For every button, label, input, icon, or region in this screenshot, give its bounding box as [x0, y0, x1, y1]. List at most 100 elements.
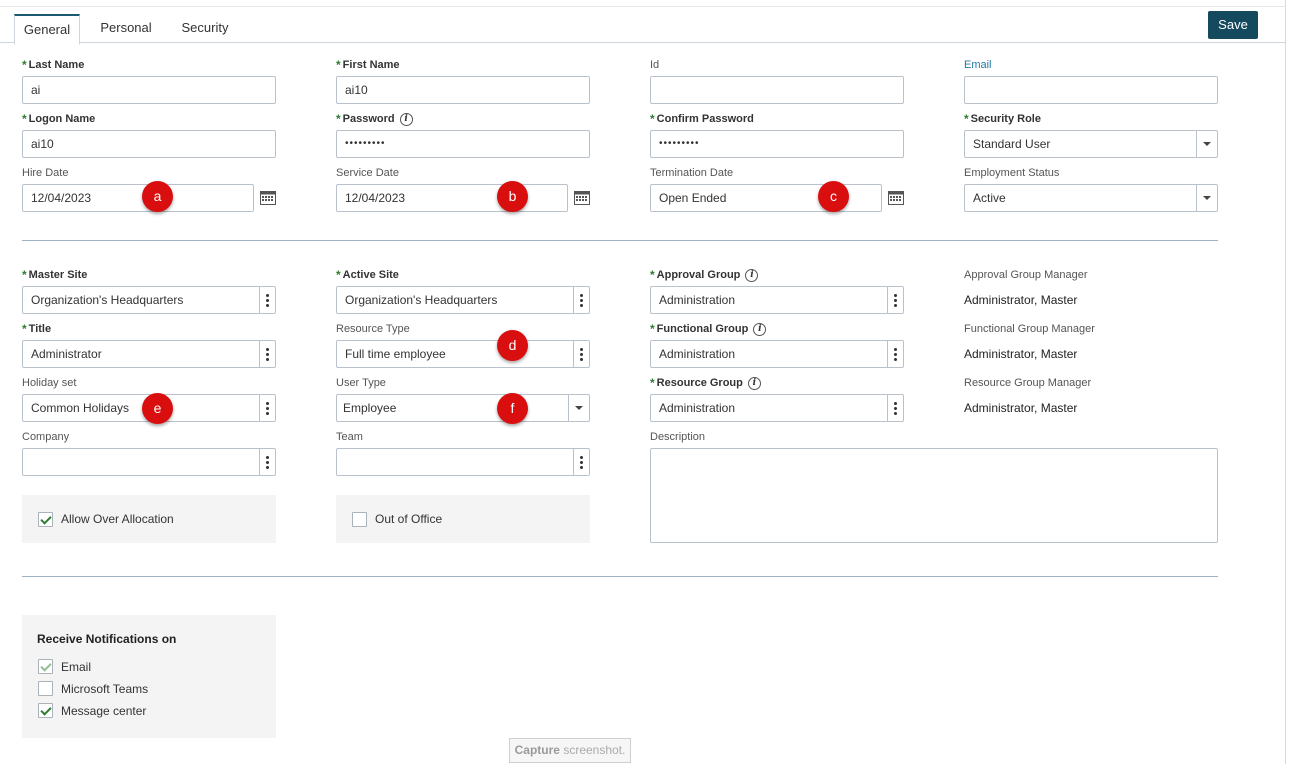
more-options-icon[interactable] [887, 395, 903, 421]
chevron-down-icon[interactable] [568, 395, 589, 421]
email-label[interactable]: Email [964, 58, 992, 72]
tab-bar: General Personal Security [0, 6, 1286, 45]
master-site-picker[interactable]: Organization's Headquarters [22, 286, 276, 314]
more-options-icon[interactable] [887, 341, 903, 367]
more-options-icon[interactable] [259, 341, 275, 367]
resource-type-picker[interactable]: Full time employee [336, 340, 590, 368]
tab-general[interactable]: General [14, 14, 80, 45]
confirm-password-label: * Confirm Password [650, 112, 754, 126]
title-label: * Title [22, 322, 52, 336]
user-form-window: General Personal Security Save * Last Nam… [0, 0, 1286, 764]
save-button[interactable]: Save [1208, 11, 1258, 39]
notifications-title: Receive Notifications on [37, 632, 177, 646]
logon-name-input[interactable]: ai10 [22, 130, 276, 158]
tab-security[interactable]: Security [172, 14, 238, 44]
approval-group-manager-value: Administrator, Master [964, 293, 1078, 307]
capture-screenshot-button[interactable]: Capture screenshot. [509, 738, 631, 763]
notify-email-label[interactable]: Email [61, 660, 91, 674]
functional-group-picker[interactable]: Administration [650, 340, 904, 368]
security-role-label: * Security Role [964, 112, 1041, 126]
password-label: * Password i [336, 112, 413, 126]
notify-teams-label[interactable]: Microsoft Teams [61, 682, 148, 696]
notifications-panel: Receive Notifications on Email Microsoft… [22, 615, 276, 738]
description-label: Description [650, 431, 706, 443]
info-icon[interactable]: i [399, 112, 413, 126]
id-label: Id [650, 59, 660, 71]
user-type-select[interactable]: Employee [336, 394, 590, 422]
security-role-select[interactable]: Standard User [964, 130, 1218, 158]
approval-group-picker[interactable]: Administration [650, 286, 904, 314]
info-icon[interactable]: i [745, 268, 759, 282]
more-options-icon[interactable] [259, 287, 275, 313]
password-input[interactable]: ••••••••• [336, 130, 590, 158]
functional-group-manager-value: Administrator, Master [964, 347, 1078, 361]
service-date-input[interactable]: 12/04/2023 [336, 184, 568, 212]
first-name-label: * First Name [336, 58, 400, 72]
more-options-icon[interactable] [573, 449, 589, 475]
tab-personal[interactable]: Personal [90, 14, 162, 44]
more-options-icon[interactable] [573, 287, 589, 313]
hire-date-input[interactable]: 12/04/2023 [22, 184, 254, 212]
active-site-picker[interactable]: Organization's Headquarters [336, 286, 590, 314]
calendar-icon[interactable] [888, 190, 904, 205]
chevron-down-icon[interactable] [1196, 185, 1217, 211]
more-options-icon[interactable] [259, 449, 275, 475]
resource-group-manager-value: Administrator, Master [964, 401, 1078, 415]
user-type-label: User Type [336, 377, 386, 389]
out-of-office-panel: Out of Office [336, 495, 590, 543]
id-input[interactable] [650, 76, 904, 104]
employment-status-select[interactable]: Active [964, 184, 1218, 212]
notify-message-center-checkbox[interactable] [38, 703, 53, 718]
employment-status-label: Employment Status [964, 167, 1060, 179]
more-options-icon[interactable] [573, 341, 589, 367]
section-divider [22, 240, 1218, 241]
active-site-label: * Active Site [336, 268, 399, 282]
annotation-marker-c: c [818, 181, 849, 212]
more-options-icon[interactable] [887, 287, 903, 313]
last-name-input[interactable]: ai [22, 76, 276, 104]
first-name-input[interactable]: ai10 [336, 76, 590, 104]
annotation-marker-b: b [497, 181, 528, 212]
team-picker[interactable] [336, 448, 590, 476]
allow-over-allocation-checkbox[interactable] [38, 512, 53, 527]
info-icon[interactable]: i [753, 322, 767, 336]
last-name-label: * Last Name [22, 58, 85, 72]
annotation-marker-a: a [142, 181, 173, 212]
annotation-marker-d: d [497, 330, 528, 361]
out-of-office-label[interactable]: Out of Office [375, 512, 442, 526]
calendar-icon[interactable] [574, 190, 590, 205]
notify-teams-checkbox[interactable] [38, 681, 53, 696]
chevron-down-icon[interactable] [1196, 131, 1217, 157]
resource-group-manager-label: Resource Group Manager [964, 377, 1092, 389]
confirm-password-input[interactable]: ••••••••• [650, 130, 904, 158]
hire-date-label: Hire Date [22, 167, 69, 179]
email-input[interactable] [964, 76, 1218, 104]
calendar-icon[interactable] [260, 190, 276, 205]
annotation-marker-e: e [142, 393, 173, 424]
allow-over-allocation-panel: Allow Over Allocation [22, 495, 276, 543]
service-date-label: Service Date [336, 167, 399, 179]
resource-type-label: Resource Type [336, 323, 410, 335]
logon-name-label: * Logon Name [22, 112, 96, 126]
approval-group-label: * Approval Group i [650, 268, 759, 282]
description-textarea[interactable] [650, 448, 1218, 543]
team-label: Team [336, 431, 363, 443]
info-icon[interactable]: i [747, 376, 761, 390]
functional-group-label: * Functional Group i [650, 322, 767, 336]
title-picker[interactable]: Administrator [22, 340, 276, 368]
approval-group-manager-label: Approval Group Manager [964, 269, 1088, 281]
company-picker[interactable] [22, 448, 276, 476]
termination-date-label: Termination Date [650, 167, 734, 179]
notify-message-center-label[interactable]: Message center [61, 704, 146, 718]
more-options-icon[interactable] [259, 395, 275, 421]
master-site-label: * Master Site [22, 268, 88, 282]
resource-group-picker[interactable]: Administration [650, 394, 904, 422]
company-label: Company [22, 431, 70, 443]
functional-group-manager-label: Functional Group Manager [964, 323, 1095, 335]
out-of-office-checkbox[interactable] [352, 512, 367, 527]
resource-group-label: * Resource Group i [650, 376, 761, 390]
holiday-set-label: Holiday set [22, 377, 77, 389]
allow-over-allocation-label[interactable]: Allow Over Allocation [61, 512, 174, 526]
notify-email-checkbox[interactable] [38, 659, 53, 674]
annotation-marker-f: f [497, 393, 528, 424]
